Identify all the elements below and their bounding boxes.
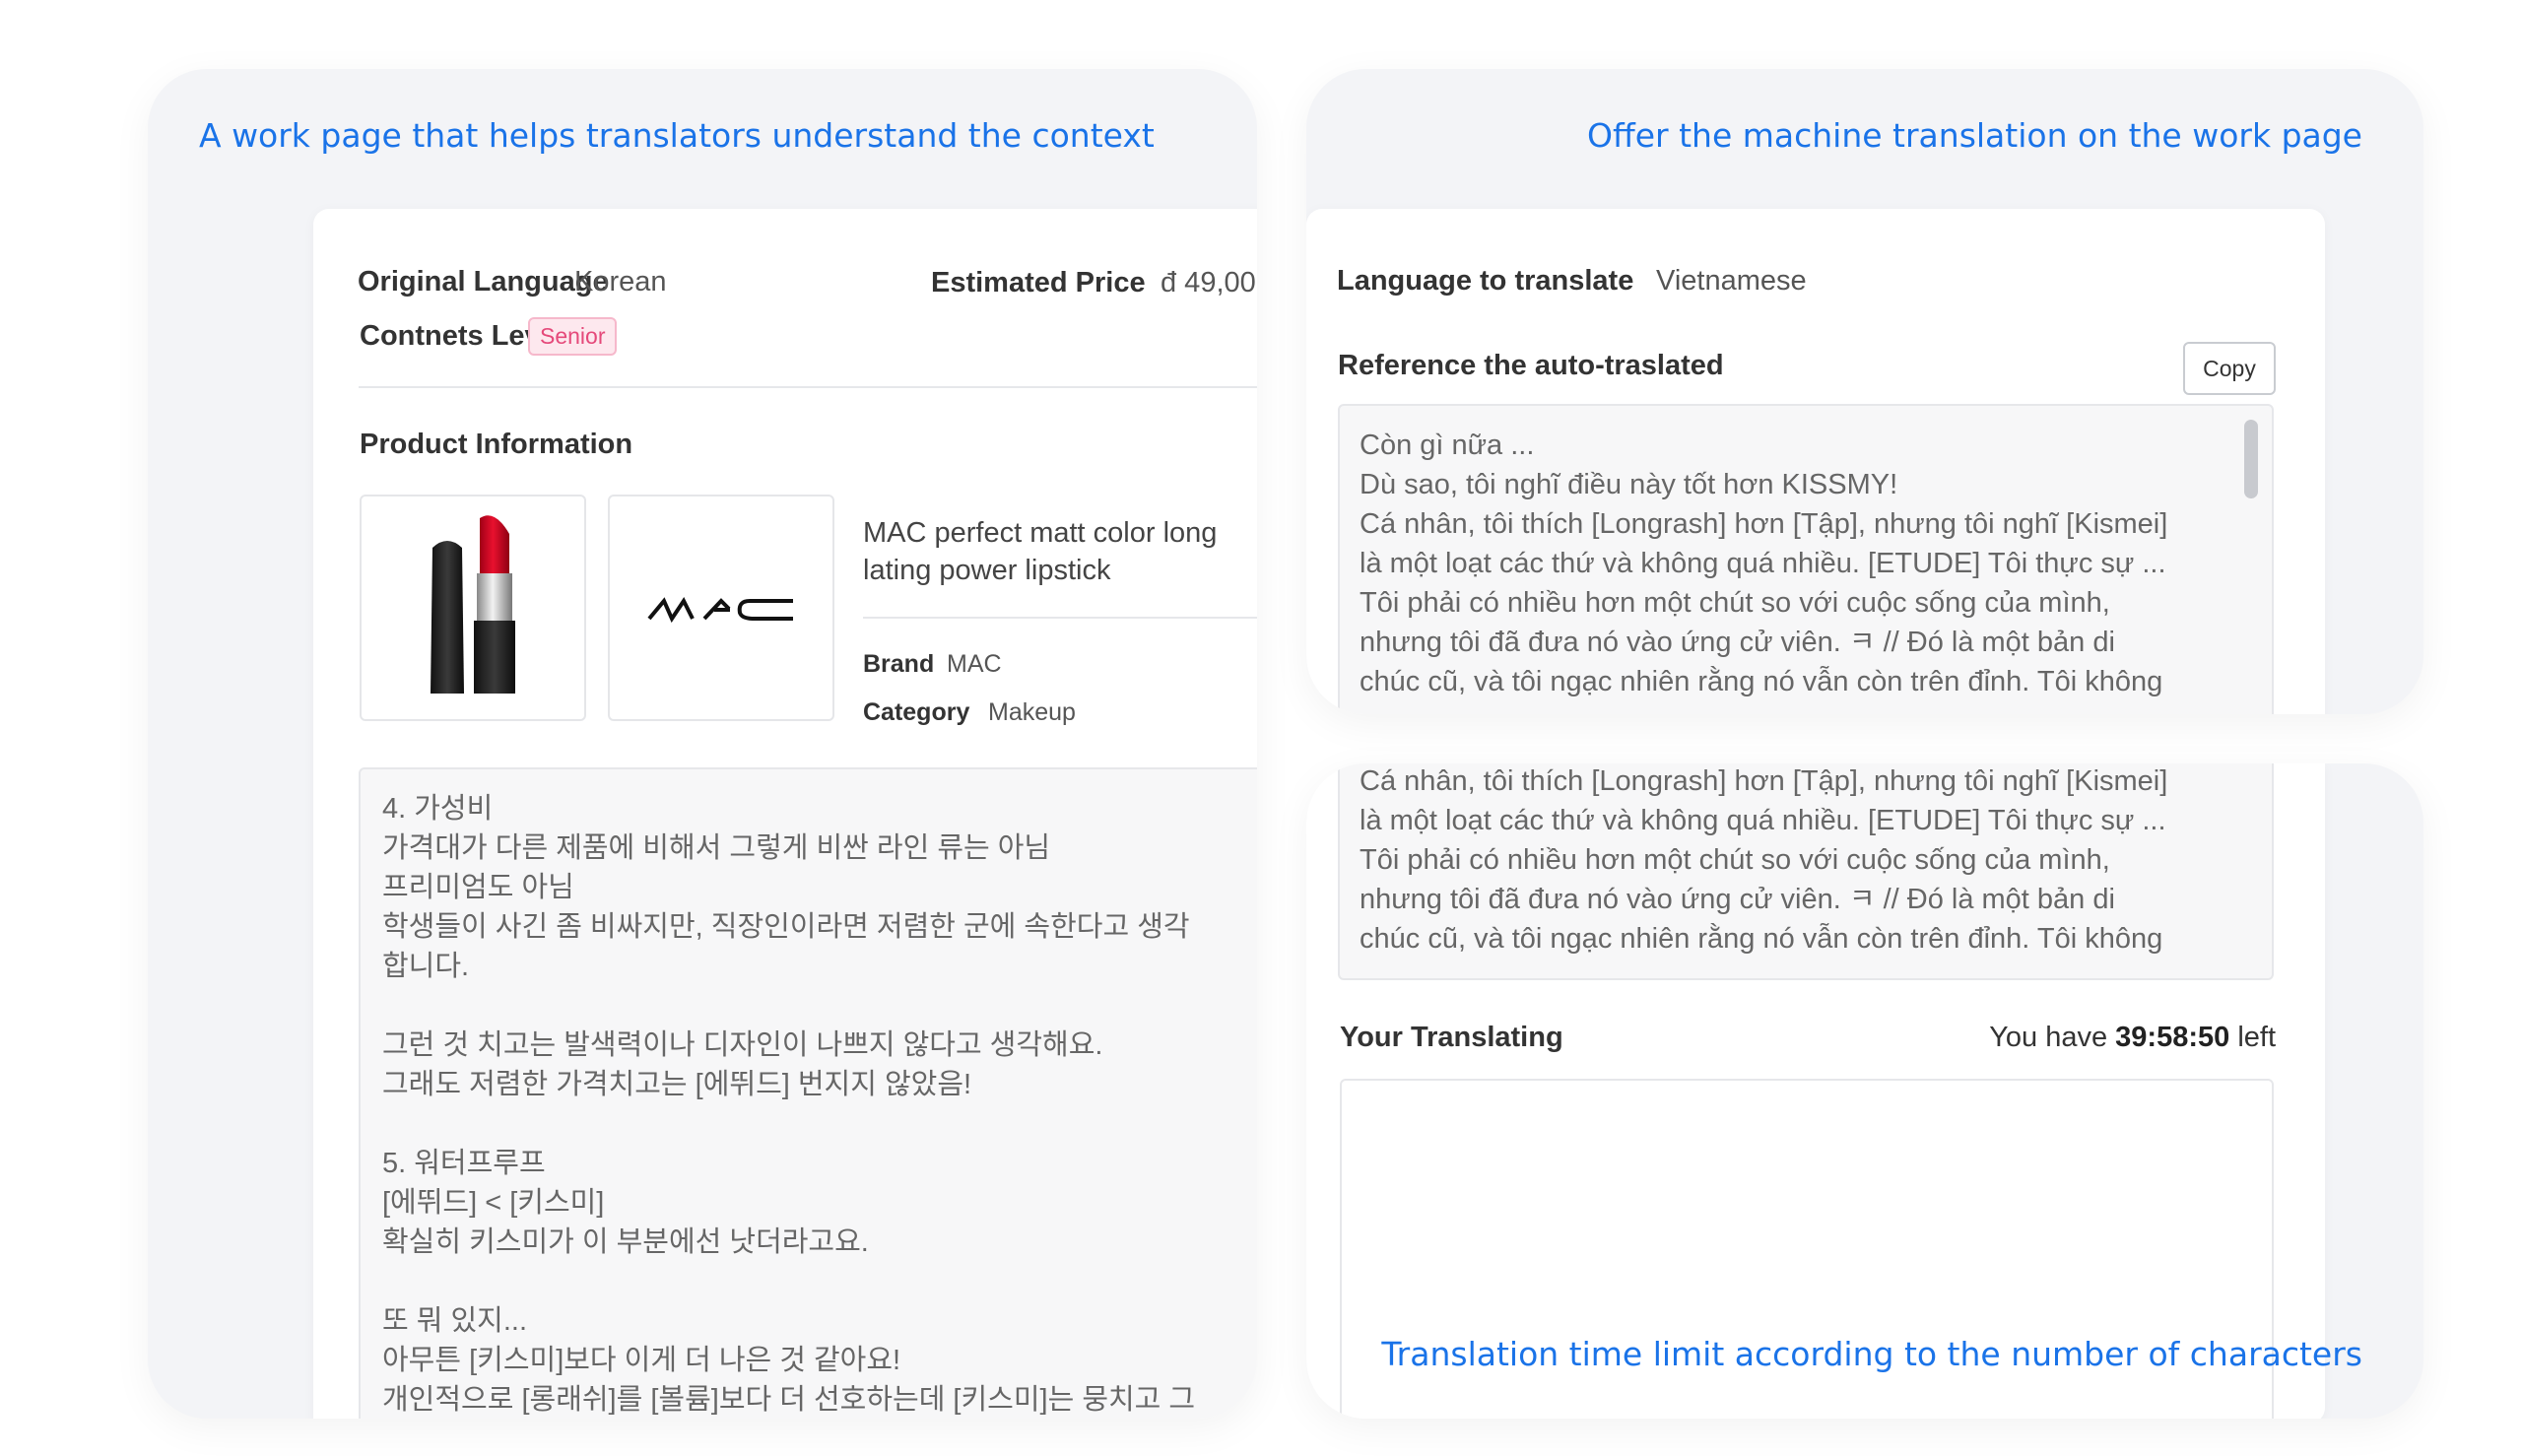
estimated-price-value: đ 49,00 <box>1161 267 1256 298</box>
auto-translation-text-continued: Cá nhân, tôi thích [Longrash] hơn [Tập],… <box>1360 765 2168 955</box>
time-limit-panel: Cá nhân, tôi thích [Longrash] hơn [Tập],… <box>1306 763 2423 1419</box>
lipstick-image <box>431 515 515 694</box>
bottom-right-caption: Translation time limit according to the … <box>1381 1335 2362 1373</box>
source-text-box[interactable]: 4. 가성비 가격대가 다른 제품에 비해서 그렇게 비싼 라인 류는 아님 프… <box>359 767 1257 1419</box>
brand-value: MAC <box>947 650 1002 678</box>
language-to-translate-label: Language to translate <box>1337 265 1634 297</box>
time-prefix: You have <box>1989 1022 2108 1053</box>
copy-button[interactable]: Copy <box>2183 342 2276 395</box>
auto-translation-box-continued[interactable]: Cá nhân, tôi thích [Longrash] hơn [Tập],… <box>1338 763 2274 980</box>
left-feature-panel: A work page that helps translators under… <box>148 69 1257 1419</box>
translation-card-top: Language to translate Vietnamese Referen… <box>1306 209 2325 714</box>
header-divider <box>359 386 1257 388</box>
brand-label: Brand <box>863 650 935 678</box>
svg-text:MAC: MAC <box>719 652 724 655</box>
contents-level-badge: Senior <box>528 317 618 356</box>
product-image-thumbnail[interactable] <box>360 495 586 721</box>
language-to-translate-value: Vietnamese <box>1656 265 1807 297</box>
category-value: Makeup <box>988 698 1076 726</box>
auto-translation-scrollbar[interactable] <box>2244 420 2258 498</box>
reference-auto-translated-title: Reference the auto-traslated <box>1338 350 1724 381</box>
time-value: 39:58:50 <box>2115 1022 2230 1053</box>
mac-logo: MAC <box>647 597 793 655</box>
machine-translation-panel: Offer the machine translation on the wor… <box>1306 69 2423 714</box>
auto-translation-box[interactable]: Còn gì nữa ... Dù sao, tôi nghĩ điều này… <box>1338 404 2274 714</box>
product-name: MAC perfect matt color long lating power… <box>863 517 1218 586</box>
brand-logo-thumbnail[interactable]: MAC <box>608 495 834 721</box>
source-text: 4. 가성비 가격대가 다른 제품에 비해서 그렇게 비싼 라인 류는 아님 프… <box>382 793 1196 1416</box>
your-translating-label: Your Translating <box>1340 1022 1563 1053</box>
left-caption: A work page that helps translators under… <box>199 116 1155 155</box>
translation-card-bottom: Cá nhân, tôi thích [Longrash] hơn [Tập],… <box>1306 763 2325 1419</box>
original-language-value: Korean <box>574 266 667 298</box>
work-page-card: Original Language Korean Estimated Price… <box>313 209 1257 1419</box>
category-label: Category <box>863 698 970 726</box>
estimated-price-label: Estimated Price <box>931 267 1146 298</box>
product-divider <box>863 617 1257 619</box>
time-remaining: You have 39:58:50 left <box>1989 1022 2276 1054</box>
original-language-label: Original Language <box>358 266 609 298</box>
top-right-caption: Offer the machine translation on the wor… <box>1587 116 2362 155</box>
time-suffix: left <box>2237 1022 2276 1053</box>
auto-translation-text: Còn gì nữa ... Dù sao, tôi nghĩ điều này… <box>1360 430 2168 697</box>
product-info-title: Product Information <box>360 429 633 460</box>
